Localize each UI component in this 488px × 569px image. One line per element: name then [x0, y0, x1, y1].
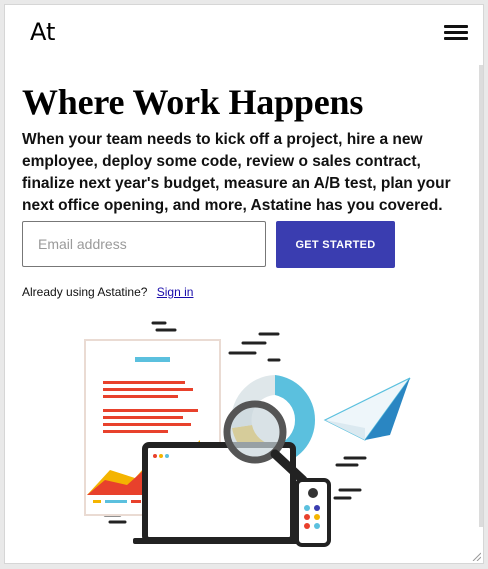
page-title: Where Work Happens	[22, 82, 364, 122]
logo[interactable]: At	[30, 18, 55, 46]
phone-illustration	[295, 478, 331, 547]
email-field[interactable]	[22, 221, 266, 267]
top-bar: At	[5, 5, 483, 65]
signin-row: Already using Astatine? Sign in	[22, 285, 193, 299]
hero-description: When your team needs to kick off a proje…	[22, 131, 451, 214]
scrollbar[interactable]	[479, 65, 483, 527]
signin-link[interactable]: Sign in	[157, 285, 194, 299]
resize-grip-icon[interactable]	[471, 551, 481, 561]
menu-bar	[444, 37, 468, 40]
hamburger-menu-icon[interactable]	[444, 25, 468, 41]
paper-plane-icon	[323, 377, 411, 441]
menu-bar	[444, 31, 468, 34]
browser-viewport: At Where Work Happens When your team nee…	[4, 4, 484, 564]
menu-bar	[444, 25, 468, 28]
get-started-button[interactable]: GET STARTED	[276, 221, 395, 268]
hero-illustration	[84, 321, 411, 547]
signin-prompt: Already using Astatine?	[22, 285, 148, 299]
